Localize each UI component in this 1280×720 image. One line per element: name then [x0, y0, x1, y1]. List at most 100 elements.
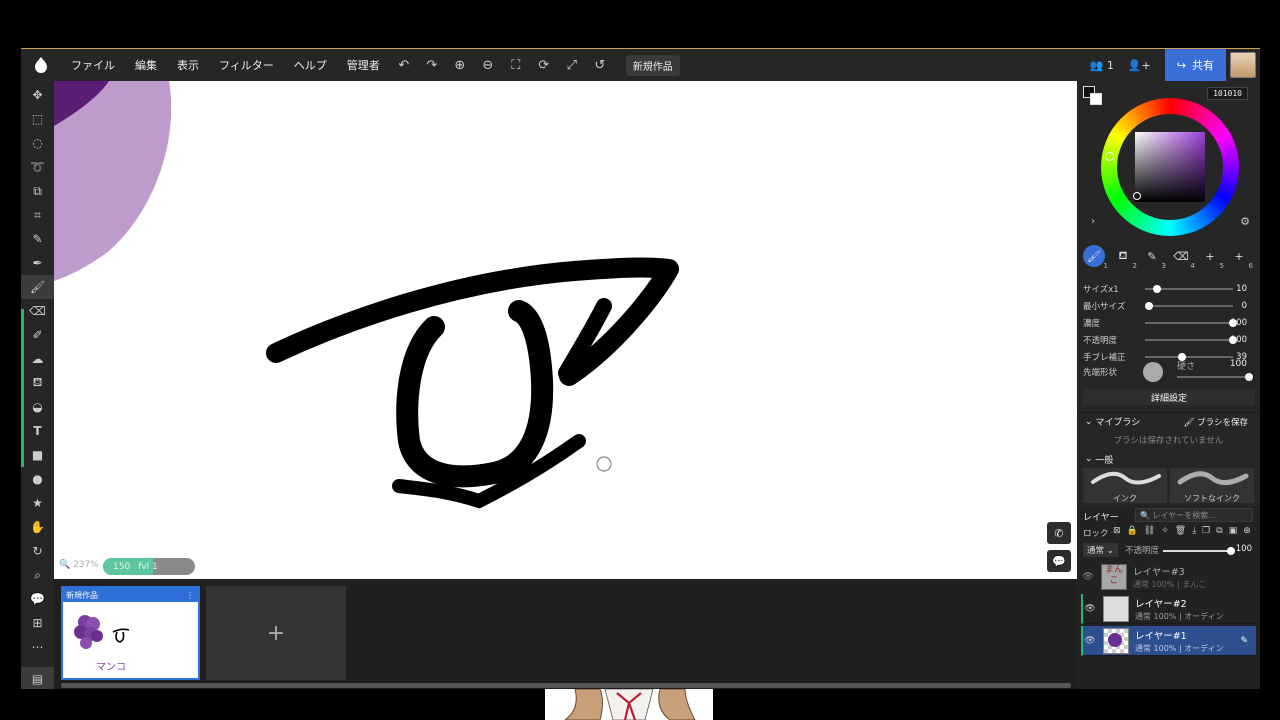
edit-layer-icon[interactable]: ✎	[1240, 636, 1248, 646]
brush-setting-slider[interactable]	[1145, 353, 1233, 361]
online-users[interactable]: 👥 1	[1090, 59, 1114, 72]
zoom-out-icon[interactable]: ⊖	[474, 58, 502, 73]
page-menu-icon[interactable]: ⋮	[186, 591, 194, 600]
text-tool-icon[interactable]: T	[21, 419, 54, 443]
eye-icon[interactable]: 👁	[1081, 572, 1095, 582]
slider-knob[interactable]	[1145, 302, 1153, 310]
brush-slot-4[interactable]: ⌫ 4	[1170, 245, 1195, 271]
delete-icon[interactable]: 🗑	[1175, 526, 1186, 536]
redo-icon[interactable]: ↷	[418, 58, 446, 73]
menu-edit[interactable]: 編集	[125, 57, 167, 73]
fullscreen-icon[interactable]: ⤢	[558, 58, 586, 73]
page-thumbnail[interactable]: 新規作品 ⋮ マンコ	[61, 586, 200, 680]
menu-file[interactable]: ファイル	[61, 57, 125, 73]
app-logo-icon[interactable]	[21, 49, 61, 81]
brush-slot-5[interactable]: +5	[1199, 245, 1224, 271]
my-brush-header[interactable]: ⌄ マイブラシ 🖌 ブラシを保存	[1077, 412, 1260, 430]
copy-icon[interactable]: ⧉	[1216, 526, 1222, 536]
merge-icon[interactable]: ⤓	[1192, 526, 1196, 536]
panel-toggle-icon[interactable]: ▤	[21, 667, 54, 689]
rotate-canvas-icon[interactable]: ↻	[21, 539, 54, 563]
zoom-readout[interactable]: 🔍 237%	[59, 560, 99, 570]
rotate-icon[interactable]: ⟳	[530, 58, 558, 73]
chat-button[interactable]: 💬	[1047, 550, 1071, 572]
slider-knob[interactable]	[1153, 285, 1161, 293]
horizontal-scrollbar[interactable]	[61, 683, 1071, 688]
fill-icon[interactable]: ⛾	[21, 371, 54, 395]
brush-setting-slider[interactable]	[1145, 336, 1237, 344]
brush-slot-3[interactable]: ✎ 3	[1141, 245, 1166, 271]
layer-search-input[interactable]: 🔍 レイヤーを検索...	[1135, 508, 1253, 522]
eraser-icon[interactable]: ⌫	[21, 299, 54, 323]
save-brush-button[interactable]: 🖌 ブラシを保存	[1184, 416, 1248, 428]
menu-help[interactable]: ヘルプ	[284, 57, 337, 73]
hex-input[interactable]: 101010	[1207, 87, 1248, 100]
menu-view[interactable]: 表示	[167, 57, 209, 73]
preset-ink[interactable]: インク	[1083, 468, 1167, 503]
more-icon[interactable]: ⋯	[21, 635, 54, 659]
avatar[interactable]	[1230, 52, 1256, 78]
layer-row-3[interactable]: 👁 まんこ レイヤー#3 通常 100% | まんこ	[1081, 562, 1256, 592]
undo-icon[interactable]: ↶	[390, 58, 418, 73]
eye-icon[interactable]: 👁	[1083, 604, 1097, 614]
clear-icon[interactable]: ✧	[1161, 526, 1169, 536]
link-icon[interactable]: ⛓	[1144, 526, 1155, 536]
tip-shape-preview[interactable]	[1143, 362, 1163, 382]
star-icon[interactable]: ★	[21, 491, 54, 515]
hardness-slider[interactable]	[1177, 373, 1253, 381]
crop-icon[interactable]: ⌗	[21, 203, 54, 227]
menu-filter[interactable]: フィルター	[209, 57, 284, 73]
lock-transparent-icon[interactable]: ⊠	[1113, 526, 1121, 536]
document-tab[interactable]: 新規作品	[625, 54, 680, 76]
hue-knob[interactable]	[1105, 152, 1114, 161]
general-header[interactable]: ⌄ 一般	[1077, 450, 1260, 468]
reference-icon[interactable]: ⊞	[21, 611, 54, 635]
add-user-icon[interactable]: 👤+	[1128, 59, 1151, 72]
fit-screen-icon[interactable]: ⛶	[502, 58, 530, 73]
smudge-icon[interactable]: ☁	[21, 347, 54, 371]
eyedropper-icon[interactable]: ✎	[21, 227, 54, 251]
duplicate-icon[interactable]: ❐	[1202, 526, 1210, 536]
brush-slot-2[interactable]: ⛾ 2	[1112, 245, 1138, 271]
rect-select-icon[interactable]: ⬚	[21, 107, 54, 131]
zoom-in-icon[interactable]: ⊕	[446, 58, 474, 73]
pen-icon[interactable]: ✒	[21, 251, 54, 275]
brush-setting-slider[interactable]	[1145, 319, 1237, 327]
layer-row-2[interactable]: 👁 レイヤー#2 通常 100% | オーディン	[1081, 594, 1256, 624]
new-layer-icon[interactable]: ⊕	[1243, 526, 1251, 536]
ellipse-select-icon[interactable]: ◌	[21, 131, 54, 155]
color-swap-icon[interactable]	[1083, 86, 1103, 106]
lock-icon[interactable]: 🔒	[1127, 526, 1138, 536]
layer-row-1[interactable]: 👁 レイヤー#1 通常 100% | オーディン ✎	[1081, 626, 1256, 656]
detail-settings-button[interactable]: 詳細設定	[1083, 389, 1255, 405]
sv-knob[interactable]	[1133, 192, 1141, 200]
expand-icon[interactable]: ›	[1091, 216, 1095, 227]
gradient-icon[interactable]: ◒	[21, 395, 54, 419]
brush-setting-slider[interactable]	[1145, 302, 1233, 310]
settings-gear-icon[interactable]: ⚙	[1240, 215, 1250, 228]
transform-icon[interactable]: ⧉	[21, 179, 54, 203]
move-tool-icon[interactable]: ✥	[21, 83, 54, 107]
saturation-square[interactable]	[1135, 132, 1205, 202]
zoom-icon[interactable]: ⌕	[21, 563, 54, 587]
rectangle-icon[interactable]: ■	[21, 443, 54, 467]
circle-icon[interactable]: ●	[21, 467, 54, 491]
call-button[interactable]: ✆	[1047, 522, 1071, 544]
brush-slot-6[interactable]: +6	[1228, 245, 1253, 271]
menu-admin[interactable]: 管理者	[337, 57, 390, 73]
add-page-button[interactable]: +	[206, 586, 346, 680]
reset-view-icon[interactable]: ↺	[586, 58, 614, 73]
brush-icon[interactable]: 🖌	[21, 275, 54, 299]
drawing-canvas[interactable]	[54, 81, 1077, 579]
mask-icon[interactable]: ▣	[1229, 526, 1238, 536]
blend-mode-select[interactable]: 通常 ⌄	[1083, 543, 1118, 557]
preset-soft-ink[interactable]: ソフトなインク	[1170, 468, 1254, 503]
layer-opacity-slider[interactable]	[1163, 547, 1235, 555]
lasso-icon[interactable]: ➰	[21, 155, 54, 179]
blur-icon[interactable]: ✐	[21, 323, 54, 347]
brush-slot-1[interactable]: 🖌 1	[1083, 245, 1108, 270]
comment-icon[interactable]: 💬	[21, 587, 54, 611]
share-button[interactable]: ↪ 共有	[1164, 49, 1226, 81]
brush-setting-slider[interactable]	[1145, 285, 1233, 293]
hand-icon[interactable]: ✋	[21, 515, 54, 539]
